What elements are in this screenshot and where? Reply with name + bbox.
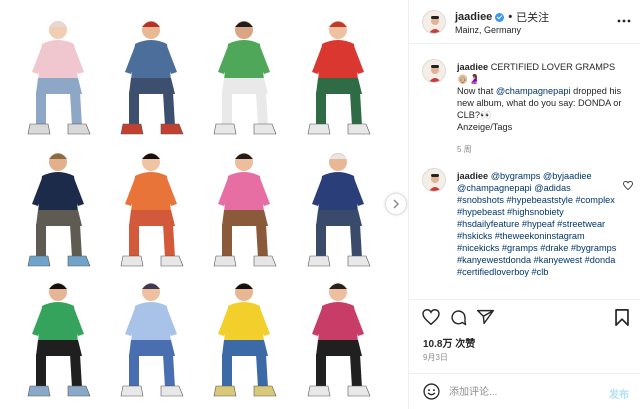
- post-sidebar: jaadiee • 已关注 Mainz, Germany jaadiee CER…: [408, 0, 640, 409]
- seated-person-figure: [307, 153, 371, 267]
- hashtag-list[interactable]: @bygramps @byjaadiee @champagnepapi @adi…: [457, 171, 616, 277]
- seated-person-figure: [307, 21, 371, 135]
- avatar-image: [423, 60, 445, 82]
- post-header: jaadiee • 已关注 Mainz, Germany: [409, 0, 640, 44]
- following-button[interactable]: 已关注: [516, 9, 549, 25]
- seated-person-figure: [120, 283, 184, 397]
- photo-tile: [204, 14, 284, 144]
- smiley-icon: [423, 383, 440, 400]
- caption-body: Now that: [457, 86, 496, 96]
- location-link[interactable]: Mainz, Germany: [455, 25, 521, 35]
- verified-badge-icon: [495, 12, 505, 22]
- caption-ad-label: Anzeige/Tags: [457, 122, 513, 132]
- comment-composer: 发布: [409, 373, 640, 409]
- photo-tile: [18, 276, 98, 406]
- photo-tile: [298, 276, 378, 406]
- more-horizontal-icon: [617, 19, 631, 23]
- seated-person-figure: [27, 283, 91, 397]
- comments-list: jaadiee CERTIFIED LOVER GRAMPS 👴🏼🤰🏽 Now …: [409, 44, 640, 299]
- photo-tile: [111, 146, 191, 276]
- emoji-picker-button[interactable]: [423, 383, 440, 405]
- caption-comment: jaadiee CERTIFIED LOVER GRAMPS 👴🏼🤰🏽 Now …: [457, 61, 627, 133]
- photo-tile: [204, 146, 284, 276]
- hashtags-comment: jaadiee @bygramps @byjaadiee @champagnep…: [457, 170, 617, 278]
- mention-link[interactable]: @champagnepapi: [496, 86, 571, 96]
- like-button[interactable]: [422, 308, 440, 330]
- avatar[interactable]: [422, 10, 446, 34]
- more-options-button[interactable]: [617, 12, 631, 26]
- seated-person-figure: [307, 283, 371, 397]
- share-button[interactable]: [477, 309, 494, 330]
- seated-person-figure: [213, 153, 277, 267]
- post-image[interactable]: [0, 0, 408, 409]
- bookmark-icon: [615, 309, 629, 326]
- comment-input[interactable]: [449, 384, 589, 400]
- avatar-image: [423, 11, 445, 33]
- comment-username[interactable]: jaadiee: [457, 62, 488, 72]
- comment-username[interactable]: jaadiee: [457, 171, 488, 181]
- header-username-row: jaadiee • 已关注: [455, 9, 549, 25]
- seated-person-figure: [120, 153, 184, 267]
- photo-tile: [204, 276, 284, 406]
- comment-timestamp[interactable]: 5 周: [457, 144, 472, 155]
- caption-title: CERTIFIED LOVER GRAMPS: [490, 62, 616, 72]
- separator-dot: •: [508, 11, 513, 23]
- post-comment-button[interactable]: 发布: [609, 386, 629, 401]
- username-link[interactable]: jaadiee: [455, 11, 492, 23]
- photo-tile: [298, 146, 378, 276]
- photo-tile: [18, 146, 98, 276]
- seated-person-figure: [213, 21, 277, 135]
- seated-person-figure: [27, 21, 91, 135]
- chevron-right-icon: [393, 199, 400, 209]
- comment-button[interactable]: [450, 309, 467, 331]
- avatar[interactable]: [422, 59, 446, 83]
- caption-emojis: 👴🏼🤰🏽: [457, 74, 480, 84]
- seated-person-figure: [120, 21, 184, 135]
- action-bar: [409, 299, 640, 335]
- heart-outline-icon: [623, 180, 633, 191]
- heart-outline-icon: [422, 308, 440, 326]
- comment-bubble-icon: [451, 310, 467, 326]
- comment-like-button[interactable]: [623, 177, 633, 195]
- photo-tile: [111, 276, 191, 406]
- paper-plane-icon: [477, 309, 494, 325]
- seated-person-figure: [213, 283, 277, 397]
- avatar-image: [423, 169, 445, 191]
- carousel-next-button[interactable]: [386, 194, 406, 214]
- photo-tile: [18, 14, 98, 144]
- photo-tile: [111, 14, 191, 144]
- photo-tile: [298, 14, 378, 144]
- seated-person-figure: [27, 153, 91, 267]
- save-button[interactable]: [615, 309, 629, 331]
- like-count[interactable]: 10.8万 次赞: [423, 335, 475, 350]
- avatar[interactable]: [422, 168, 446, 192]
- post-date: 9月3日: [423, 353, 448, 362]
